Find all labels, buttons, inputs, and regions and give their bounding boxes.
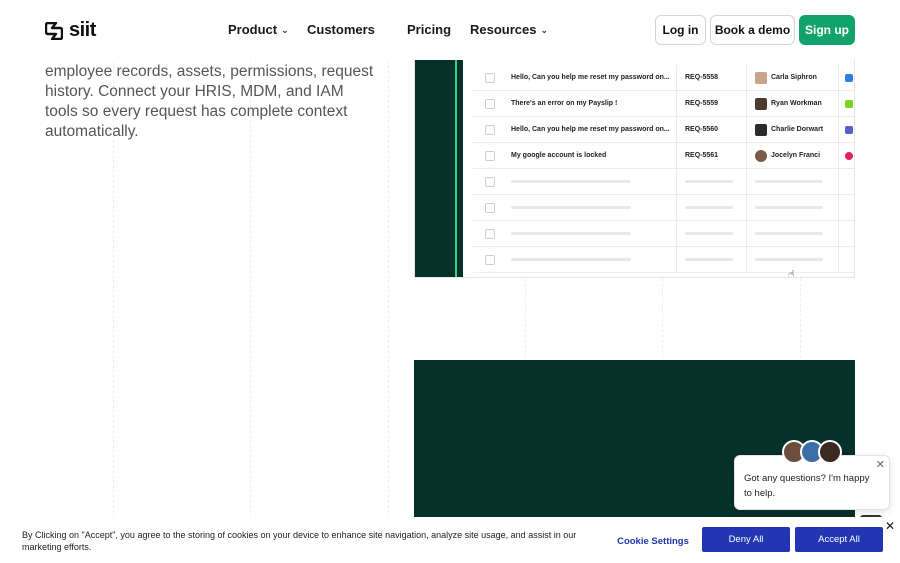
request-id: REQ-5561: [685, 152, 719, 159]
signup-button[interactable]: Sign up: [799, 15, 855, 45]
grid-line: [388, 60, 389, 523]
login-button[interactable]: Log in: [655, 15, 706, 45]
request-subject: There's an error on my Payslip !: [511, 100, 618, 107]
skeleton-row: [473, 247, 854, 273]
grid-line: [662, 278, 663, 358]
avatar: [755, 97, 767, 110]
deny-all-button[interactable]: Deny All: [702, 527, 790, 552]
grid-line: [800, 278, 801, 358]
assignee: Carla Siphron: [755, 71, 817, 84]
avatar: [755, 71, 767, 84]
pointer-cursor-icon: ☝: [788, 269, 795, 278]
skeleton-row: [473, 221, 854, 247]
nav-pricing[interactable]: Pricing: [407, 22, 470, 37]
nav-pricing-label: Pricing: [407, 22, 452, 37]
top-navigation: siit Product ⌄ Customers Pricing Resourc…: [0, 0, 900, 60]
nav-links: Product ⌄ Customers Pricing Resources ⌄: [228, 22, 548, 37]
payroll-app-icon: [845, 99, 853, 108]
grid-line: [525, 278, 526, 358]
request-id: REQ-5558: [685, 74, 719, 81]
chat-agent-avatars: [782, 440, 842, 464]
book-demo-button[interactable]: Book a demo: [710, 15, 795, 45]
assignee: Ryan Workman: [755, 97, 822, 110]
avatar: [818, 440, 842, 464]
row-checkbox: [485, 202, 495, 213]
chevron-down-icon: ⌄: [540, 24, 549, 35]
skeleton-row: [473, 195, 854, 221]
assignee-name: Carla Siphron: [771, 74, 817, 81]
close-icon[interactable]: ✕: [885, 519, 895, 533]
request-id: REQ-5559: [685, 100, 719, 107]
row-checkbox: [485, 228, 495, 239]
request-id: REQ-5560: [685, 126, 719, 133]
alert-app-icon: [845, 151, 853, 160]
siit-logo[interactable]: siit: [45, 19, 96, 42]
requests-table-panel: Hello, Can you help me reset my password…: [414, 60, 855, 278]
accept-all-button[interactable]: Accept All: [795, 527, 883, 552]
request-subject: Hello, Can you help me reset my password…: [511, 126, 670, 133]
table-row[interactable]: Hello, Can you help me reset my password…: [473, 65, 854, 91]
row-checkbox[interactable]: [485, 150, 495, 161]
request-subject: My google account is locked: [511, 152, 607, 159]
assignee-name: Charlie Dorwart: [771, 126, 824, 133]
nav-customers[interactable]: Customers: [307, 22, 407, 37]
assignee-name: Ryan Workman: [771, 100, 822, 107]
row-checkbox: [485, 254, 495, 265]
table-row[interactable]: My google account is locked REQ-5561 Joc…: [473, 143, 854, 169]
skeleton-row: [473, 169, 854, 195]
chat-app-icon: [845, 125, 853, 134]
assignee-name: Jocelyn Franci: [771, 152, 821, 159]
requests-table: Hello, Can you help me reset my password…: [473, 65, 854, 273]
cookie-banner: By Clicking on "Accept", you agree to th…: [0, 517, 900, 563]
row-checkbox[interactable]: [485, 98, 495, 109]
nav-customers-label: Customers: [307, 22, 375, 37]
nav-product-label: Product: [228, 22, 278, 37]
assignee: Jocelyn Franci: [755, 149, 821, 162]
cookie-text: By Clicking on "Accept", you agree to th…: [22, 530, 577, 552]
cookie-settings-button[interactable]: Cookie Settings: [612, 532, 694, 550]
avatar: [755, 123, 767, 136]
row-checkbox: [485, 176, 495, 187]
table-row[interactable]: Hello, Can you help me reset my password…: [473, 117, 854, 143]
chevron-down-icon: ⌄: [281, 24, 289, 35]
table-row[interactable]: There's an error on my Payslip ! REQ-555…: [473, 91, 854, 117]
nav-resources[interactable]: Resources ⌄: [470, 22, 548, 37]
nav-product[interactable]: Product ⌄: [228, 22, 307, 37]
sidebar-accent: [455, 60, 457, 277]
close-icon[interactable]: ✕: [876, 458, 885, 473]
chat-message: Got any questions? I'm happy to help.: [744, 473, 870, 499]
assignee: Charlie Dorwart: [755, 123, 824, 136]
nav-resources-label: Resources: [470, 22, 537, 37]
row-checkbox[interactable]: [485, 124, 495, 135]
row-checkbox[interactable]: [485, 72, 495, 83]
siit-logo-icon: [45, 21, 63, 40]
grid-app-icon: [845, 73, 853, 82]
logo-text: siit: [69, 19, 96, 41]
hero-description: employee records, assets, permissions, r…: [45, 63, 374, 140]
request-subject: Hello, Can you help me reset my password…: [511, 74, 670, 81]
avatar: [755, 149, 767, 162]
